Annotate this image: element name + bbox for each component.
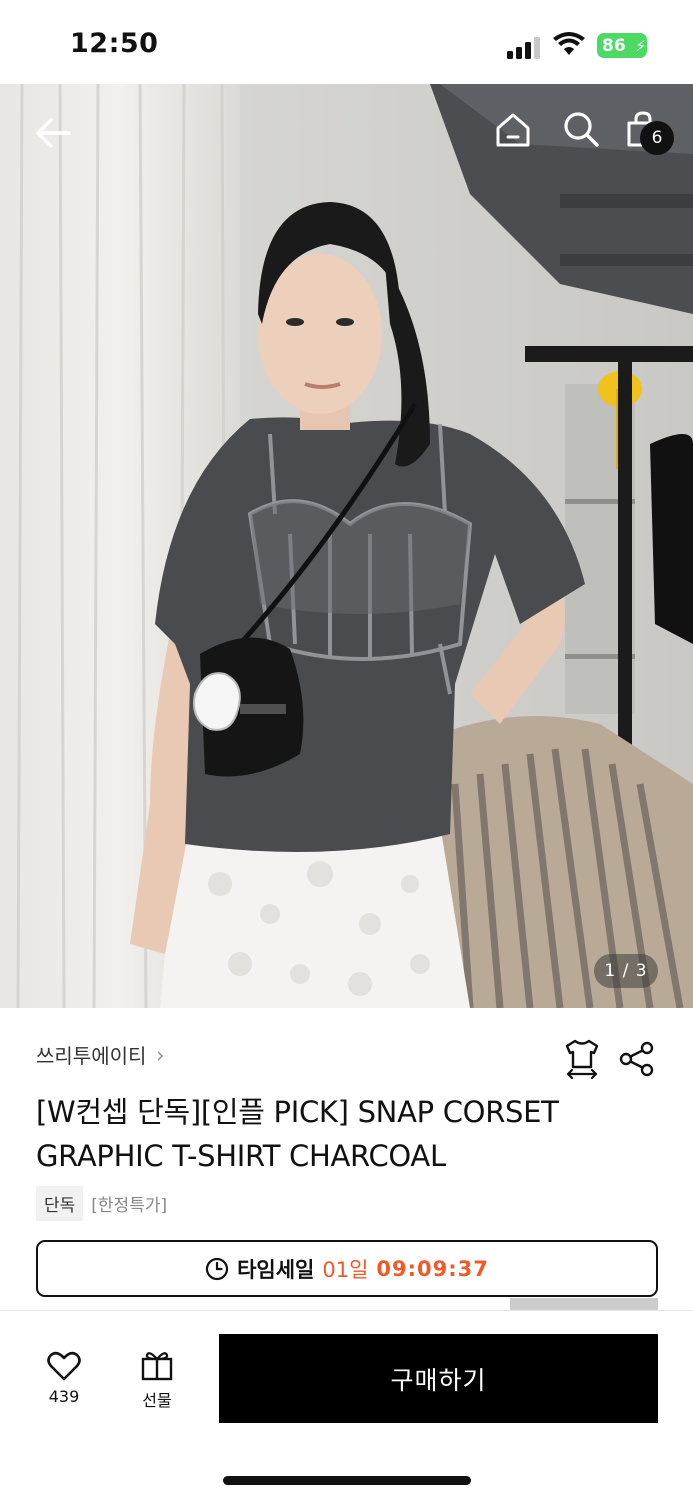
share-icon <box>619 1041 654 1077</box>
cart-count-badge: 6 <box>640 121 674 155</box>
like-button[interactable]: 439 <box>36 1351 92 1421</box>
battery-indicator: 86 ⚡ <box>597 33 647 58</box>
brand-link[interactable]: 쓰리투에이티 › <box>36 1040 164 1069</box>
back-arrow-icon <box>36 118 71 148</box>
chevron-right-icon: › <box>156 1042 165 1067</box>
gift-icon <box>141 1352 173 1381</box>
search-button[interactable] <box>560 108 602 150</box>
product-photo <box>0 84 693 1008</box>
timesale-label: 타임세일 <box>237 1257 315 1282</box>
status-bar: 12:50 86 ⚡ <box>0 0 693 84</box>
charging-bolt-icon: ⚡ <box>635 37 646 55</box>
back-button[interactable] <box>30 110 76 156</box>
timesale-days: 01일 <box>322 1257 369 1282</box>
home-indicator <box>223 1476 471 1485</box>
buy-button[interactable]: 구매하기 <box>219 1334 658 1423</box>
cellular-signal-icon <box>507 37 543 59</box>
heart-icon <box>47 1351 81 1381</box>
size-guide-button[interactable] <box>562 1037 602 1080</box>
gift-label: 선물 <box>142 1391 172 1410</box>
image-page-indicator: 1 / 3 <box>594 954 658 988</box>
timesale-countdown: 09:09:37 <box>376 1256 489 1281</box>
bottom-action-bar: 439 선물 구매하기 <box>0 1310 693 1500</box>
timesale-banner: 타임세일 01일 09:09:37 <box>36 1240 658 1297</box>
product-title: [W컨셉 단독][인플 PICK] SNAP CORSET GRAPHIC T-… <box>36 1095 559 1173</box>
tag-exclusive: 단독 <box>36 1186 84 1221</box>
gift-button[interactable]: 선물 <box>128 1349 186 1421</box>
wifi-icon <box>553 32 585 55</box>
home-button[interactable] <box>492 109 534 151</box>
tag-limited-deal: [한정특가] <box>91 1196 168 1216</box>
clock-icon <box>205 1257 229 1280</box>
product-image-carousel[interactable]: 6 1 / 3 <box>0 84 693 1008</box>
search-icon <box>564 112 599 147</box>
tshirt-size-icon <box>565 1039 599 1080</box>
brand-name: 쓰리투에이티 <box>36 1044 147 1068</box>
battery-level: 86 <box>602 35 626 56</box>
status-time: 12:50 <box>70 28 159 59</box>
share-button[interactable] <box>618 1040 656 1078</box>
like-count: 439 <box>48 1387 80 1406</box>
product-tags: 단독 [한정특가] <box>36 1186 167 1221</box>
home-icon <box>496 113 530 147</box>
